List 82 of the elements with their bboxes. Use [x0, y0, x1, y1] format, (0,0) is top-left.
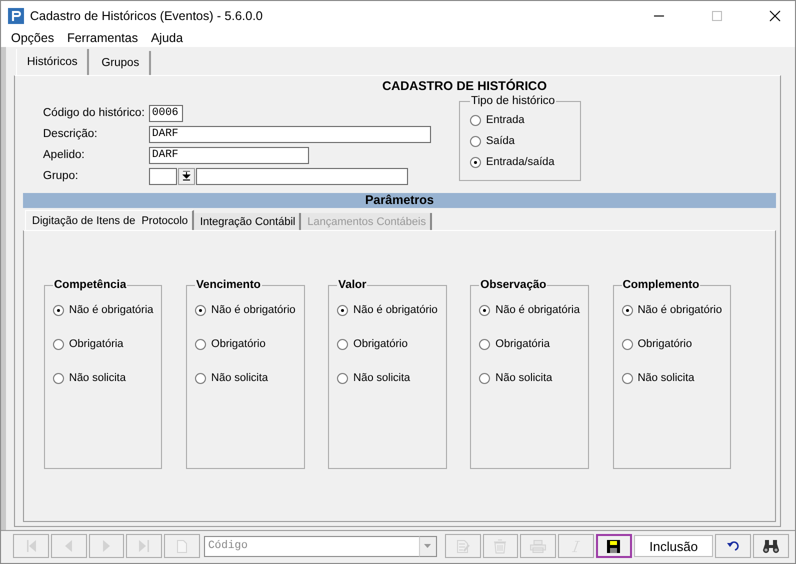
radio-option[interactable]: Saída: [470, 132, 570, 150]
field-label: Código do histórico:: [42, 107, 146, 119]
previous-icon: [65, 540, 72, 552]
app-icon: [8, 8, 24, 24]
radio-button[interactable]: [479, 372, 490, 384]
dropdown-arrow-icon: [424, 544, 432, 548]
form-heading: CADASTRO DE HISTÓRICO: [381, 79, 548, 95]
field-label: Grupo:: [42, 170, 80, 182]
radio-button[interactable]: [470, 136, 481, 146]
group-title: Complemento: [622, 279, 700, 291]
tab[interactable]: Digitação de Itens de Protocolo: [25, 210, 194, 230]
code-field[interactable]: Código: [204, 536, 419, 556]
radio-button[interactable]: [195, 338, 206, 350]
menu-item[interactable]: Opções: [11, 30, 54, 44]
field-label: Descrição:: [42, 128, 98, 140]
radio-option[interactable]: Não solicita: [479, 369, 580, 387]
radio-button[interactable]: [53, 372, 64, 384]
radio-option[interactable]: Obrigatório: [195, 335, 296, 353]
radio-button[interactable]: [337, 304, 348, 316]
input-field[interactable]: [149, 168, 177, 184]
radio-option[interactable]: Não é obrigatório: [337, 301, 438, 319]
radio-option[interactable]: Entrada: [470, 111, 570, 129]
radio-option[interactable]: Não é obrigatória: [479, 301, 580, 319]
radio-option[interactable]: Não solicita: [622, 369, 722, 387]
radio-option[interactable]: Obrigatório: [622, 335, 722, 353]
undo-button[interactable]: [715, 534, 752, 558]
italic-icon: [572, 540, 580, 552]
radio-button[interactable]: [337, 338, 348, 350]
menu-item[interactable]: Ajuda: [150, 30, 183, 44]
radio-button[interactable]: [470, 156, 481, 168]
radio-option[interactable]: Não é obrigatório: [622, 301, 722, 319]
radio-button[interactable]: [622, 338, 633, 350]
input-field[interactable]: [196, 168, 408, 184]
radio-option[interactable]: Obrigatória: [53, 335, 154, 353]
radio-button[interactable]: [195, 372, 206, 384]
radio-option[interactable]: Não é obrigatória: [53, 301, 154, 319]
radio-option[interactable]: Entrada/saída: [470, 153, 570, 171]
document-icon: [177, 540, 188, 552]
input-field[interactable]: DARF: [149, 126, 431, 142]
field-label: Apelido:: [42, 149, 86, 161]
radio-option[interactable]: Não solicita: [337, 369, 438, 387]
radio-button[interactable]: [53, 304, 64, 316]
radio-button[interactable]: [479, 304, 490, 316]
group-title: Observação: [479, 279, 548, 291]
save-button[interactable]: [596, 534, 632, 558]
dropdown-button[interactable]: [418, 536, 437, 556]
group-title: Valor: [337, 279, 368, 291]
radio-option[interactable]: Não é obrigatório: [195, 301, 296, 319]
lookup-button[interactable]: [178, 168, 195, 184]
radio-option[interactable]: Obrigatório: [337, 335, 438, 353]
radio-button[interactable]: [53, 338, 64, 350]
group-title: Vencimento: [195, 279, 262, 291]
radio-option[interactable]: Não solicita: [53, 369, 154, 387]
printer-icon: [530, 540, 546, 552]
menu-item[interactable]: Ferramentas: [67, 30, 138, 44]
radio-button[interactable]: [622, 304, 633, 316]
mode-status: Inclusão: [634, 535, 714, 557]
last-record-icon: [139, 540, 150, 552]
radio-button[interactable]: [195, 304, 206, 316]
group-title: Tipo de histórico: [470, 95, 556, 107]
radio-button[interactable]: [337, 372, 348, 384]
next-icon: [103, 540, 110, 552]
download-arrow-icon: [182, 171, 191, 181]
radio-button[interactable]: [470, 114, 481, 126]
radio-button[interactable]: [479, 338, 490, 350]
radio-option[interactable]: Não solicita: [195, 369, 296, 387]
input-field[interactable]: DARF: [149, 146, 309, 164]
close-icon[interactable]: [769, 10, 781, 22]
radio-button[interactable]: [622, 372, 633, 384]
window-title: Cadastro de Históricos (Eventos) - 5.6.0.0: [30, 8, 263, 22]
section-header: Parâmetros: [23, 193, 776, 208]
first-record-icon: [26, 540, 36, 552]
undo-icon: [726, 541, 740, 551]
binoculars-icon: [763, 539, 780, 553]
trash-icon: [493, 538, 508, 554]
tab[interactable]: Integração Contábil: [194, 213, 302, 230]
input-field[interactable]: 0006: [149, 104, 183, 122]
radio-option[interactable]: Obrigatória: [479, 335, 580, 353]
find-button[interactable]: [753, 534, 790, 558]
group-title: Competência: [53, 279, 128, 291]
tab[interactable]: Históricos: [16, 49, 90, 75]
edit-document-icon: [456, 538, 470, 554]
